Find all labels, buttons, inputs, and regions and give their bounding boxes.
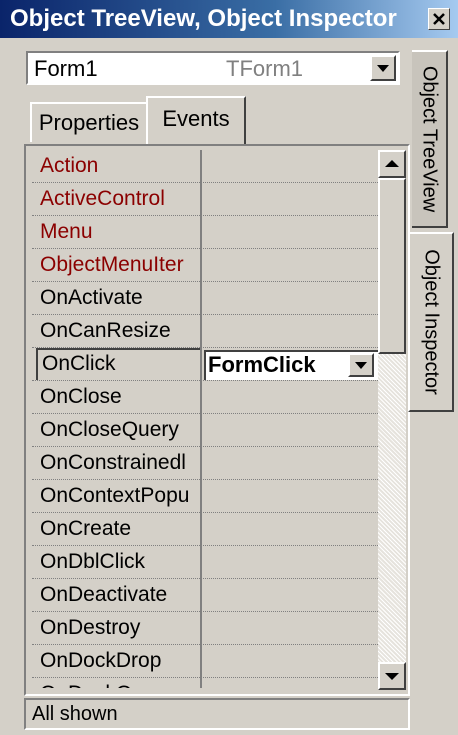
event-row[interactable]: OnActivate: [32, 282, 378, 315]
event-name: OnDockOver: [40, 678, 198, 688]
event-row[interactable]: OnCloseQuery: [32, 414, 378, 447]
events-grid: Action ActiveControl Menu ObjectMenuIter…: [32, 150, 378, 688]
event-row[interactable]: OnContextPopu: [32, 480, 378, 513]
arrow-down-icon: [385, 673, 399, 680]
event-name: OnConstrainedl: [40, 451, 186, 474]
event-row[interactable]: OnDockDrop: [32, 645, 378, 678]
status-text: All shown: [32, 703, 118, 725]
event-row-selected[interactable]: OnClick FormClick: [32, 348, 378, 381]
tab-object-treeview-label: Object TreeView: [418, 65, 441, 213]
event-name: OnContextPopu: [40, 484, 190, 507]
event-row[interactable]: OnDblClick: [32, 546, 378, 579]
scroll-thumb[interactable]: [378, 178, 406, 354]
event-row[interactable]: ObjectMenuIter: [32, 249, 378, 282]
event-handler-dropdown-button[interactable]: [348, 353, 374, 377]
event-name: OnDockDrop: [40, 649, 162, 672]
component-name: Form1: [34, 56, 98, 81]
event-name: OnActivate: [40, 286, 143, 309]
tab-object-treeview[interactable]: Object TreeView: [412, 50, 448, 228]
arrow-up-icon: [385, 160, 399, 167]
event-row[interactable]: OnDeactivate: [32, 579, 378, 612]
event-name: OnCloseQuery: [40, 418, 179, 441]
tab-object-inspector[interactable]: Object Inspector: [408, 232, 454, 412]
event-name: OnClick: [36, 348, 200, 380]
event-row[interactable]: OnClose: [32, 381, 378, 414]
events-panel: Action ActiveControl Menu ObjectMenuIter…: [24, 144, 410, 696]
scroll-up-button[interactable]: [378, 150, 406, 178]
tab-properties[interactable]: Properties: [30, 102, 148, 142]
event-row[interactable]: OnCanResize: [32, 315, 378, 348]
component-dropdown-button[interactable]: [370, 55, 396, 81]
event-name: ObjectMenuIter: [40, 253, 184, 276]
event-name: OnCanResize: [40, 319, 171, 342]
event-name: OnClose: [40, 385, 122, 408]
chevron-down-icon: [377, 65, 389, 72]
close-button[interactable]: [428, 8, 450, 30]
title-bar[interactable]: Object TreeView, Object Inspector: [0, 0, 458, 38]
event-row[interactable]: OnDockOver: [32, 678, 378, 688]
scroll-down-button[interactable]: [378, 662, 406, 690]
tab-events[interactable]: Events: [146, 96, 246, 144]
event-name: OnDblClick: [40, 550, 146, 573]
vertical-scrollbar[interactable]: [378, 150, 406, 690]
event-row[interactable]: Action: [32, 150, 378, 183]
event-name: OnDeactivate: [40, 583, 168, 606]
event-row[interactable]: OnCreate: [32, 513, 378, 546]
event-row[interactable]: OnConstrainedl: [32, 447, 378, 480]
event-row[interactable]: OnDestroy: [32, 612, 378, 645]
chevron-down-icon: [355, 362, 367, 369]
component-type: TForm1: [226, 56, 303, 81]
event-name: ActiveControl: [40, 187, 165, 210]
close-icon: [433, 13, 445, 25]
event-name: OnDestroy: [40, 616, 141, 639]
event-handler-value: FormClick: [208, 352, 316, 377]
event-row[interactable]: Menu: [32, 216, 378, 249]
event-row[interactable]: ActiveControl: [32, 183, 378, 216]
window-title: Object TreeView, Object Inspector: [10, 5, 397, 32]
event-handler-editor[interactable]: FormClick: [204, 350, 378, 380]
event-name: Action: [40, 154, 99, 177]
event-name: Menu: [40, 220, 93, 243]
component-selector[interactable]: Form1 TForm1: [26, 51, 400, 85]
event-name: OnCreate: [40, 517, 132, 540]
status-bar: All shown: [24, 698, 410, 730]
tab-object-inspector-label: Object Inspector: [420, 249, 443, 395]
